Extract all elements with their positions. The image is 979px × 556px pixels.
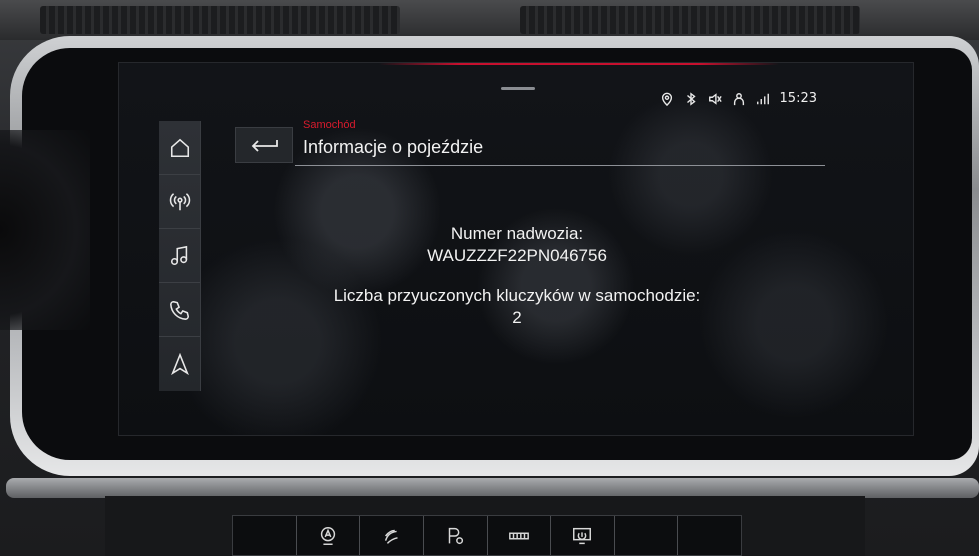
title-divider [295,165,825,166]
auto-off-icon [320,526,336,545]
infotainment-screen: 15:23 Samochód Informacje o pojeździe Nu… [118,62,914,436]
keys-label: Liczba przyuczonych kluczyków w samochod… [333,286,701,305]
console-blank-right-2 [678,516,741,555]
auto-start-stop-button[interactable] [297,516,361,555]
keys-block: Liczba przyuczonych kluczyków w samochod… [119,285,913,329]
radio-icon [169,192,190,210]
page-title: Informacje o pojeździe [303,137,484,157]
back-arrow-icon [251,140,278,152]
display-off-button[interactable] [551,516,615,555]
park-assist-icon [448,527,464,544]
vin-block: Numer nadwozia: WAUZZZF22PN046756 [119,223,913,267]
status-bar: 15:23 [660,91,817,106]
air-vent-left [40,6,400,34]
back-button[interactable] [235,127,293,163]
steering-wheel-shadow [0,130,90,330]
console-blank-left [233,516,297,555]
lower-chrome-trim [6,478,979,498]
car-interior: 15:23 Samochód Informacje o pojeździe Nu… [0,0,979,556]
display-off-icon [573,527,592,544]
dashboard-top [0,0,979,40]
home-icon [170,138,189,157]
park-assist-button[interactable] [424,516,488,555]
clock: 15:23 [779,91,817,106]
top-accent-line [379,63,779,65]
navigation-icon [170,353,189,375]
air-vent-right [520,6,860,34]
bluetooth-icon [686,91,696,106]
sidebar-item-navigation[interactable] [159,337,200,391]
hazard-panel-icon [508,532,529,539]
pull-down-handle[interactable] [501,87,535,90]
console-blank-right-1 [615,516,679,555]
vin-value: WAUZZZF22PN046756 [427,246,607,265]
sidebar-item-home[interactable] [159,121,200,175]
drive-select-button[interactable] [360,516,424,555]
mute-icon [708,92,722,105]
hazard-panel-button[interactable] [488,516,552,555]
vin-label: Numer nadwozia: [450,224,584,243]
keys-value: 2 [512,308,522,327]
console-button-strip [232,515,742,556]
location-pin-icon [661,92,672,106]
breadcrumb: Samochód [303,119,356,131]
sidebar-item-radio[interactable] [159,175,200,229]
signal-icon [756,93,769,104]
user-icon [733,92,744,105]
drive-select-icon [384,529,398,544]
